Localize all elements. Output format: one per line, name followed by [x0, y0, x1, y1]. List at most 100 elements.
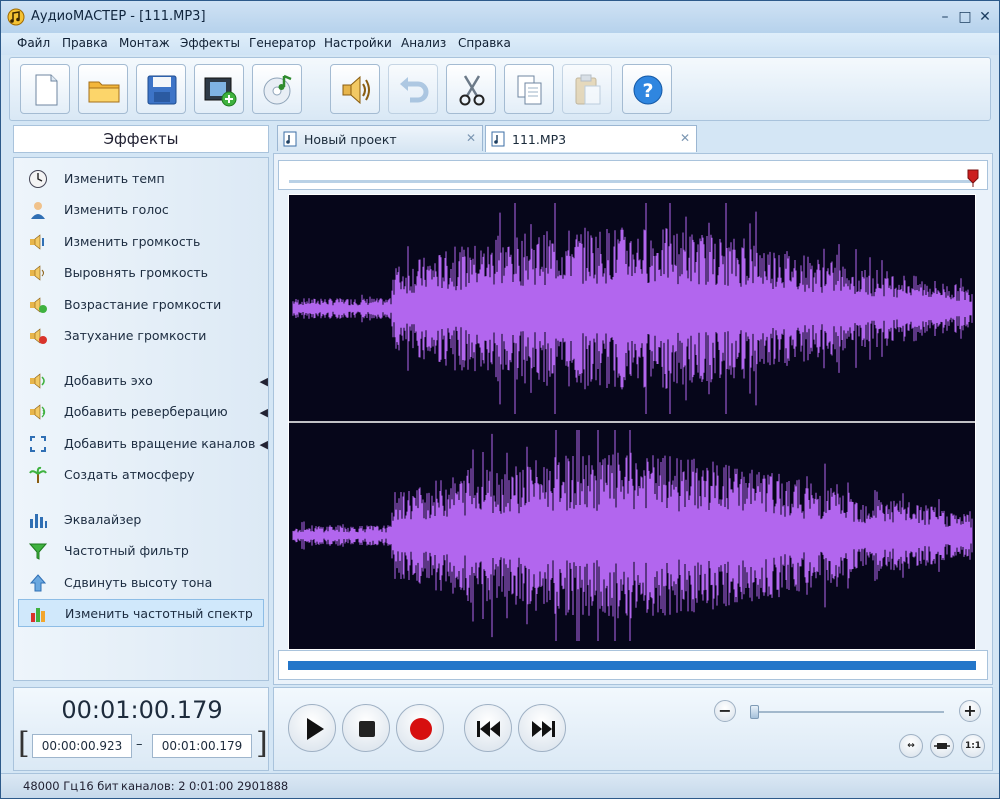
app-window: АудиоМАСТЕР - [111.MP3] – □ ✕ Файл Правк…	[0, 0, 1000, 799]
selection-start-field[interactable]: 00:00:00.923	[32, 734, 132, 758]
tab-111-mp3[interactable]: 111.MP3 ✕	[485, 125, 697, 152]
fit-selection-button[interactable]	[930, 734, 954, 758]
maximize-button[interactable]: □	[957, 9, 973, 25]
current-time-display: 00:01:00.179	[61, 696, 223, 724]
zoom-out-button[interactable]: −	[714, 700, 736, 722]
menu-file[interactable]: Файл	[17, 36, 50, 50]
effect-change-tempo[interactable]: Изменить темп	[18, 165, 264, 193]
stop-button[interactable]	[342, 704, 390, 752]
effect-change-spectrum[interactable]: Изменить частотный спектр	[18, 599, 264, 627]
effect-label: Выровнять громкость	[64, 265, 209, 280]
fit-selection-icon	[934, 743, 950, 749]
chevron-left-icon: ◀	[259, 406, 268, 419]
cd-music-button[interactable]	[252, 64, 302, 114]
effect-pitch-shift[interactable]: Сдвинуть высоту тона	[18, 569, 264, 597]
menu-montage[interactable]: Монтаж	[119, 36, 170, 50]
effect-label: Добавить вращение каналов	[64, 436, 256, 451]
tab-new-project[interactable]: Новый проект ✕	[277, 125, 483, 151]
effect-change-voice[interactable]: Изменить голос	[18, 196, 264, 224]
copy-button[interactable]	[504, 64, 554, 114]
minimize-button[interactable]: –	[937, 9, 953, 25]
fast-forward-button[interactable]	[518, 704, 566, 752]
right-channel-wave	[292, 430, 973, 641]
effect-equalizer[interactable]: Эквалайзер	[18, 506, 264, 534]
page-icon	[35, 74, 58, 106]
effect-frequency-filter[interactable]: Частотный фильтр	[18, 537, 264, 565]
cut-button[interactable]	[446, 64, 496, 114]
menu-settings[interactable]: Настройки	[324, 36, 392, 50]
effect-label: Эквалайзер	[64, 512, 142, 527]
save-button[interactable]	[136, 64, 186, 114]
effect-fade-in[interactable]: Возрастание громкости	[18, 291, 264, 319]
undo-icon	[400, 77, 429, 103]
fit-width-button[interactable]: ↔	[899, 734, 923, 758]
spectrum-icon	[31, 608, 45, 622]
status-sample-rate: 48000 Гц	[23, 779, 79, 793]
window-title: АудиоМАСТЕР - [111.MP3]	[31, 9, 206, 24]
playhead-marker-icon[interactable]	[967, 169, 979, 187]
effect-add-echo[interactable]: Добавить эхо ◀	[18, 367, 268, 395]
effect-fade-out[interactable]: Затухание громкости	[18, 322, 264, 350]
effect-label: Добавить эхо	[64, 373, 153, 388]
waveform-canvas	[289, 203, 975, 641]
status-duration: 0:01:00 2901888	[189, 779, 289, 793]
play-button[interactable]	[288, 704, 336, 752]
rewind-button[interactable]	[464, 704, 512, 752]
scissors-icon	[459, 75, 485, 106]
chevron-left-icon: ◀	[259, 438, 268, 451]
rewind-icon	[477, 721, 500, 737]
add-video-button[interactable]	[194, 64, 244, 114]
close-tab-icon[interactable]: ✕	[466, 131, 476, 145]
new-file-button[interactable]	[20, 64, 70, 114]
effect-label: Возрастание громкости	[64, 297, 222, 312]
scrollbar-thumb[interactable]	[288, 661, 976, 670]
fast-forward-icon	[532, 721, 555, 737]
folder-icon	[88, 81, 120, 103]
audio-file-icon	[283, 131, 297, 147]
menu-analysis[interactable]: Анализ	[401, 36, 446, 50]
effect-rotate-channels[interactable]: Добавить вращение каналов ◀	[18, 430, 268, 458]
effect-create-atmosphere[interactable]: Создать атмосферу	[18, 461, 264, 489]
status-bar: 48000 Гц 16 бит каналов: 2 0:01:00 29018…	[1, 773, 999, 798]
stop-icon	[359, 721, 375, 737]
audio-file-icon	[491, 131, 505, 147]
selection-end-field[interactable]: 00:01:00.179	[152, 734, 252, 758]
volume-level-icon	[30, 265, 44, 281]
bracket-right: ]	[256, 726, 268, 761]
menu-generator[interactable]: Генератор	[249, 36, 316, 50]
menu-edit[interactable]: Правка	[62, 36, 108, 50]
zoom-1to1-button[interactable]: 1:1	[961, 734, 985, 758]
close-button[interactable]: ✕	[977, 9, 993, 25]
record-button[interactable]	[396, 704, 444, 752]
undo-button[interactable]	[388, 64, 438, 114]
volume-button[interactable]	[330, 64, 380, 114]
zoom-in-button[interactable]: +	[959, 700, 981, 722]
timeline-track	[289, 180, 973, 183]
menu-effects[interactable]: Эффекты	[180, 36, 240, 50]
effects-panel: Изменить темп Изменить голос Изменить гр…	[13, 157, 269, 681]
paste-button[interactable]	[562, 64, 612, 114]
clock-icon	[29, 170, 47, 188]
fade-out-icon	[30, 328, 47, 344]
effect-label: Частотный фильтр	[64, 543, 189, 558]
open-folder-button[interactable]	[78, 64, 128, 114]
zoom-slider-track[interactable]	[754, 711, 944, 713]
close-tab-icon[interactable]: ✕	[680, 131, 690, 145]
floppy-icon	[147, 75, 177, 105]
chevron-left-icon: ◀	[259, 375, 268, 388]
menu-help[interactable]: Справка	[458, 36, 511, 50]
equalizer-icon	[30, 514, 47, 528]
effect-change-volume[interactable]: Изменить громкость	[18, 228, 264, 256]
timeline-ruler[interactable]	[278, 160, 988, 190]
horizontal-scrollbar[interactable]	[278, 650, 988, 680]
effects-panel-title: Эффекты	[13, 125, 269, 153]
waveform-display[interactable]	[288, 194, 976, 650]
echo-icon	[30, 373, 45, 389]
help-button[interactable]: ?	[622, 64, 672, 114]
effect-add-reverb[interactable]: Добавить реверберацию ◀	[18, 398, 268, 426]
zoom-slider-thumb[interactable]	[750, 705, 759, 719]
copy-icon	[517, 75, 542, 105]
effect-normalize-volume[interactable]: Выровнять громкость	[18, 259, 264, 287]
effect-label: Изменить голос	[64, 202, 169, 217]
reverb-icon	[30, 404, 46, 420]
